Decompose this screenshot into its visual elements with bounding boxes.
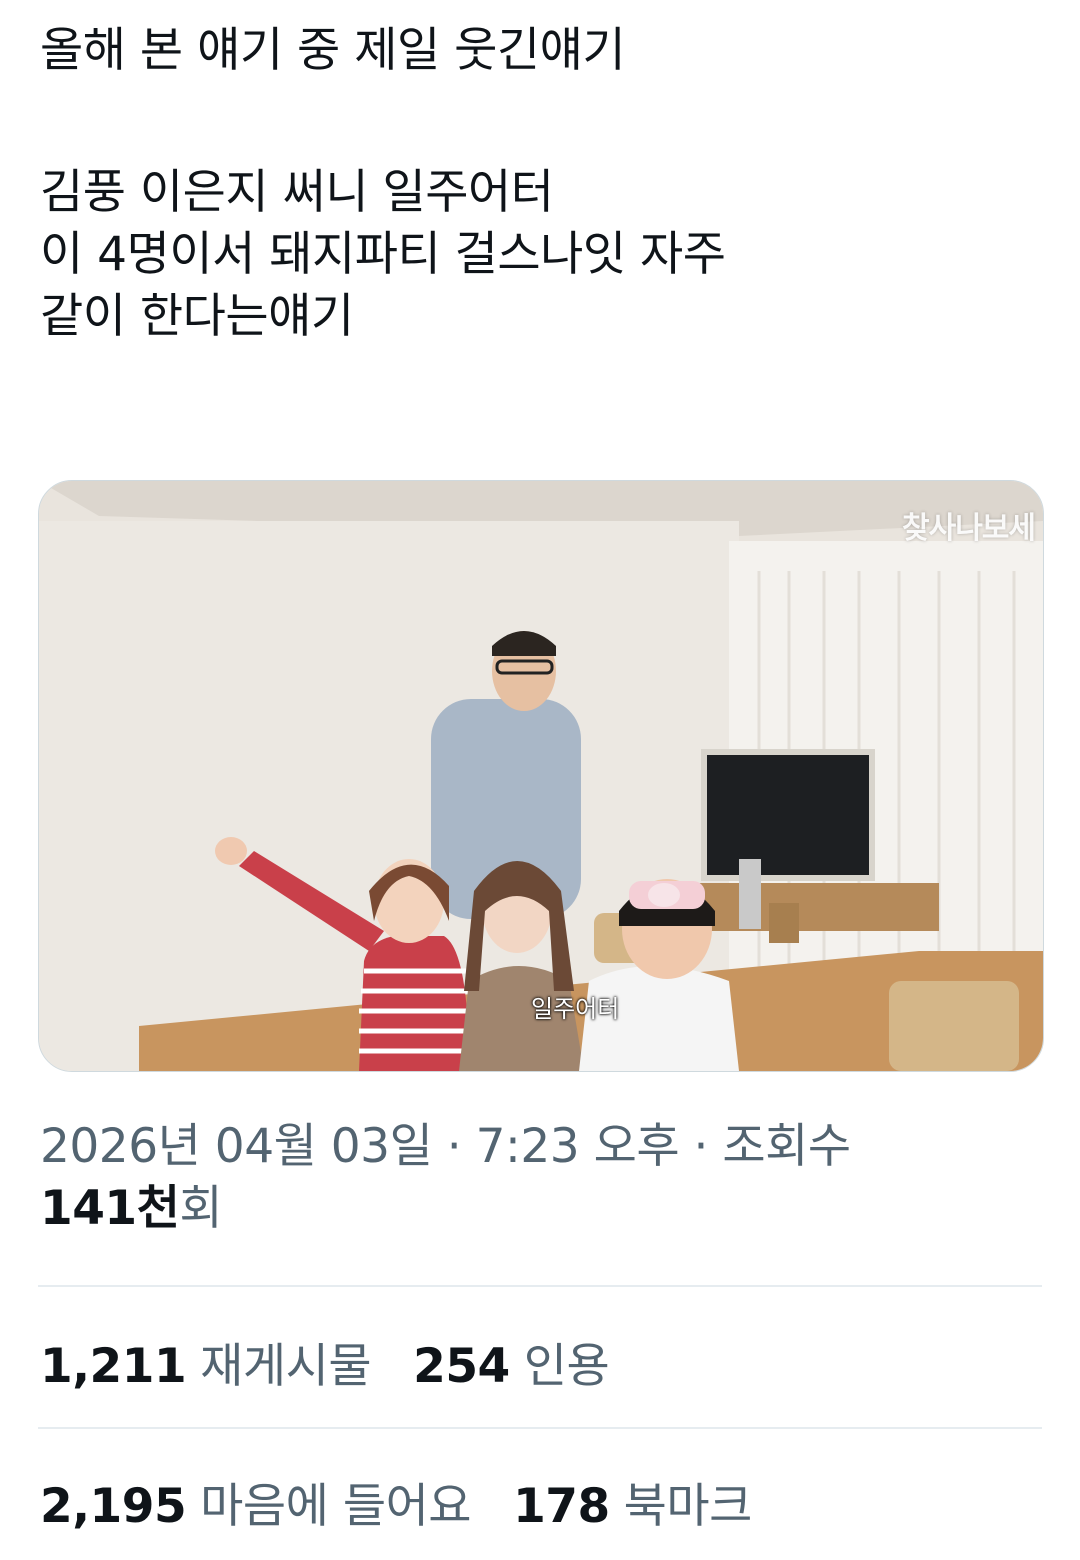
bookmarks-stat[interactable]: 178 북마크 bbox=[513, 1467, 752, 1536]
tweet-datetime[interactable]: 2026년 04월 03일 · 7:23 오후 · 조회수 bbox=[40, 1119, 851, 1174]
views-suffix: 회 bbox=[179, 1181, 223, 1236]
retweets-label: 재게시물 bbox=[200, 1338, 372, 1394]
retweets-stat[interactable]: 1,211 재게시물 bbox=[40, 1327, 372, 1396]
tweet-line: 같이 한다는얘기 bbox=[40, 289, 354, 344]
media-caption: 일주어터 bbox=[531, 995, 620, 1023]
quotes-count: 254 bbox=[413, 1338, 510, 1394]
likes-stat[interactable]: 2,195 마음에 들어요 bbox=[40, 1467, 472, 1536]
views-line: 141천회 bbox=[40, 1178, 1040, 1240]
bookmarks-label: 북마크 bbox=[623, 1478, 753, 1534]
views-count: 141천 bbox=[40, 1181, 180, 1236]
tweet-line: 김풍 이은지 써니 일주어터 bbox=[40, 165, 554, 220]
retweets-count: 1,211 bbox=[40, 1338, 187, 1394]
tweet-line: 이 4명이서 돼지파티 걸스나잇 자주 bbox=[40, 227, 726, 282]
likes-count: 2,195 bbox=[40, 1478, 187, 1534]
stats-row-shares: 1,211 재게시물 254 인용 bbox=[40, 1326, 1040, 1396]
quotes-stat[interactable]: 254 인용 bbox=[413, 1327, 610, 1396]
divider bbox=[38, 1285, 1042, 1287]
bookmarks-count: 178 bbox=[513, 1478, 610, 1534]
stats-row-reactions: 2,195 마음에 들어요 178 북마크 bbox=[40, 1466, 1040, 1536]
quotes-label: 인용 bbox=[523, 1338, 610, 1394]
divider bbox=[38, 1427, 1042, 1429]
tweet-line: 올해 본 얘기 중 제일 웃긴얘기 bbox=[40, 23, 626, 78]
tweet-media-image[interactable]: 찾사나보세 일주어터 bbox=[38, 480, 1044, 1072]
likes-label: 마음에 들어요 bbox=[200, 1478, 472, 1534]
media-watermark: 찾사나보세 bbox=[902, 511, 1036, 546]
room-photo bbox=[39, 481, 1043, 1071]
tweet-meta: 2026년 04월 03일 · 7:23 오후 · 조회수 141천회 bbox=[40, 1116, 1040, 1240]
tweet-text: 올해 본 얘기 중 제일 웃긴얘기 김풍 이은지 써니 일주어터 이 4명이서 … bbox=[40, 20, 1040, 348]
